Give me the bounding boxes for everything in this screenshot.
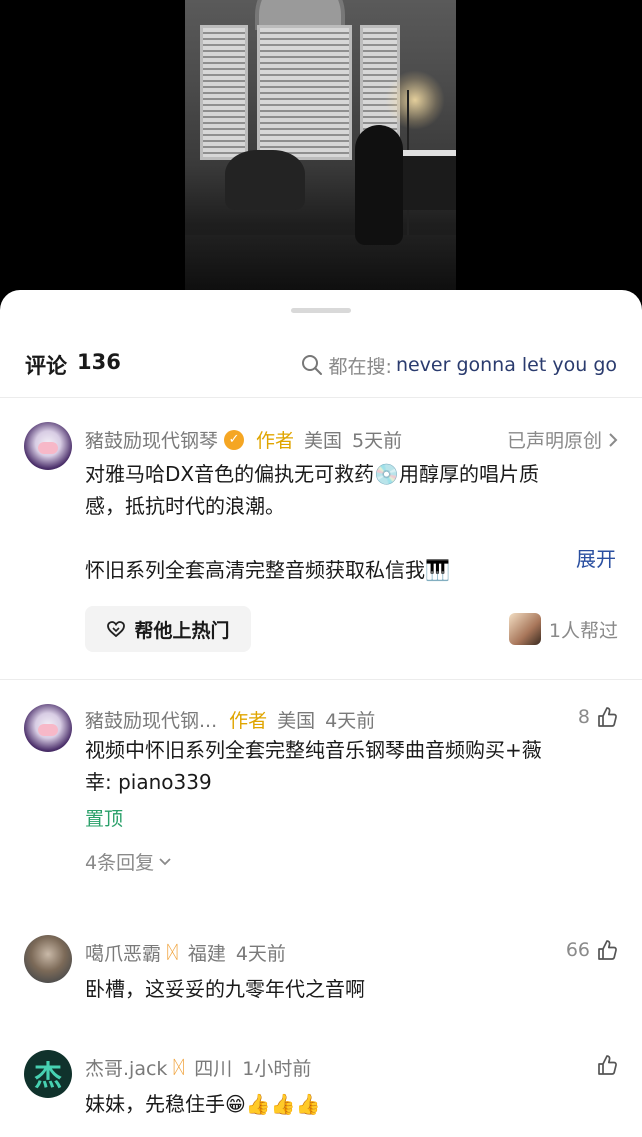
video-frame [185, 0, 456, 300]
username[interactable]: 豬鼓励现代钢... [85, 706, 217, 733]
drum-kit [225, 150, 305, 210]
lamp-light [385, 70, 445, 130]
avatar[interactable]: 杰 [24, 1050, 72, 1098]
timestamp: 1小时前 [242, 1058, 312, 1080]
search-query-link[interactable]: never gonna let you go [396, 354, 617, 376]
declared-original-label: 已声明原创 [506, 430, 602, 452]
comment-text-line: 妹妹，先稳住手 [85, 1092, 225, 1116]
header-divider [0, 397, 642, 398]
like-button[interactable] [596, 1054, 618, 1076]
author-tag: 作者 [229, 710, 268, 732]
comment-text-line: 怀旧系列全套高清完整音频获取私信我 [85, 558, 425, 582]
comment-meta: 豬鼓励现代钢... 作者 美国 4天前 [85, 706, 375, 733]
avatar[interactable] [24, 422, 72, 470]
pinned-divider [0, 679, 642, 680]
location: 福建 [187, 943, 226, 965]
comment-count-value: 136 [77, 350, 121, 374]
window-shutter [257, 25, 352, 160]
username[interactable]: 杰哥.jack [85, 1054, 167, 1081]
declared-original[interactable]: 已声明原创 [507, 426, 618, 453]
username[interactable]: 豬鼓励现代钢琴 [85, 426, 218, 453]
thumbs-up-emoji-icon: 👍 [295, 1092, 321, 1116]
like-count: 66 [565, 939, 590, 961]
butterfly-badge-icon: ᛞ [173, 1057, 185, 1078]
helper-avatar [508, 613, 541, 645]
comment-text-line: 用醇厚的唱片质 [399, 462, 540, 486]
timestamp: 4天前 [325, 710, 376, 732]
butterfly-badge-icon: ᛞ [167, 942, 178, 963]
location: 美国 [277, 710, 316, 732]
thumbs-up-emoji-icon: 👍 [245, 1092, 271, 1116]
comment-text-line: 视频中怀旧系列全套完整纯音乐钢琴曲音频购买+薇 [85, 738, 542, 762]
like-button[interactable]: 8 [578, 706, 618, 728]
comment-meta: 豬鼓励现代钢琴 ✓ 作者 美国 5天前 [85, 426, 402, 453]
avatar-text: 杰 [33, 1059, 62, 1092]
sheet-drag-handle[interactable] [291, 308, 351, 313]
timestamp: 5天前 [352, 430, 403, 452]
avatar[interactable] [24, 704, 72, 752]
comment-text-line: 感，抵抗时代的浪潮。 [85, 494, 285, 518]
comment-text: 对雅马哈DX音色的偏执无可救药💿用醇厚的唱片质 感，抵抗时代的浪潮。 怀旧系列全… [85, 458, 620, 586]
pinned-tag: 置顶 [85, 808, 124, 830]
expand-button[interactable]: 展开 [576, 543, 616, 572]
thumbs-up-icon [598, 707, 617, 727]
helper-info: 1人帮过 [508, 613, 618, 645]
author-tag: 作者 [256, 430, 295, 452]
timestamp: 4天前 [235, 943, 286, 965]
comment-text: 卧槽，这妥妥的九零年代之音啊 [85, 977, 365, 1001]
grin-emoji-icon: 😁 [225, 1092, 246, 1116]
search-suggestion[interactable]: 都在搜: never gonna let you go [301, 352, 617, 379]
video-player[interactable] [0, 0, 642, 300]
like-button[interactable]: 66 [566, 939, 618, 961]
comment-text-line: 对雅马哈DX音色的偏执无可救药 [85, 462, 375, 486]
comment-text: 视频中怀旧系列全套完整纯音乐钢琴曲音频购买+薇 幸: piano339 [85, 734, 620, 798]
search-prefix: 都在搜: [328, 355, 392, 378]
cd-emoji-icon: 💿 [374, 462, 400, 486]
boost-hot-button[interactable]: 帮他上热门 [85, 606, 251, 652]
pianist-silhouette [355, 125, 403, 245]
comment-meta: 噶爪恶霸 ᛞ 福建 4天前 [85, 939, 286, 966]
comment-header: 评论 136 都在搜: never gonna let you go [0, 340, 642, 390]
replies-count: 4条回复 [85, 852, 155, 874]
thumbs-up-icon [598, 1055, 617, 1075]
username[interactable]: 噶爪恶霸 [85, 939, 161, 966]
chevron-right-icon [609, 432, 618, 447]
piano-emoji-icon: 🎹 [425, 558, 450, 582]
heart-boost-icon [107, 621, 126, 638]
verified-badge-icon: ✓ [224, 429, 245, 450]
like-count: 8 [577, 706, 590, 728]
comment-meta: 杰哥.jack ᛞ 四川 1小时前 [85, 1054, 311, 1081]
comment-count: 评论 136 [25, 350, 121, 380]
search-icon [301, 355, 322, 375]
chevron-down-icon [159, 857, 171, 865]
view-replies-button[interactable]: 4条回复 [85, 848, 172, 875]
boost-hot-label: 帮他上热门 [134, 619, 230, 642]
comment-count-label: 评论 [25, 354, 67, 378]
helper-count: 1人帮过 [548, 619, 618, 642]
window-shutter [200, 25, 248, 160]
thumbs-up-emoji-icon: 👍 [270, 1092, 296, 1116]
location: 美国 [304, 430, 343, 452]
thumbs-up-icon [598, 940, 617, 960]
location: 四川 [194, 1058, 233, 1080]
comment-text: 妹妹，先稳住手😁👍👍👍 [85, 1088, 620, 1120]
comment-text-line: 幸: piano339 [85, 770, 212, 794]
avatar[interactable] [24, 935, 72, 983]
comment-sheet: 评论 136 都在搜: never gonna let you go 豬鼓励现代… [0, 290, 642, 1137]
